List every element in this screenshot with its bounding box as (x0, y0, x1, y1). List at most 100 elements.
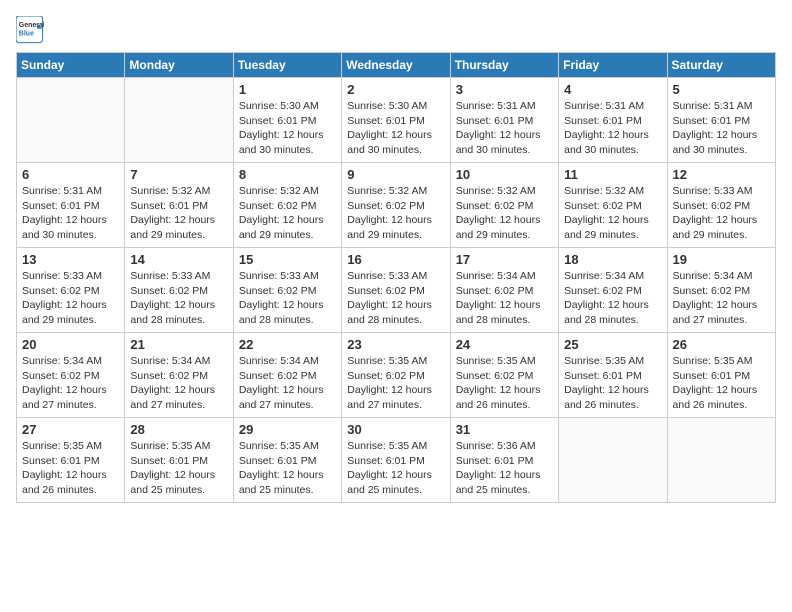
weekday-header-sunday: Sunday (17, 53, 125, 78)
calendar-cell: 31 Sunrise: 5:36 AMSunset: 6:01 PMDayligh… (450, 418, 558, 503)
day-number: 28 (130, 422, 227, 437)
day-number: 16 (347, 252, 444, 267)
day-number: 11 (564, 167, 661, 182)
day-number: 19 (673, 252, 770, 267)
calendar-cell: 11Sunrise: 5:32 AMSunset: 6:02 PMDayligh… (559, 163, 667, 248)
day-number: 31 (456, 422, 553, 437)
calendar-cell: 23Sunrise: 5:35 AMSunset: 6:02 PMDayligh… (342, 333, 450, 418)
weekday-header-friday: Friday (559, 53, 667, 78)
calendar-cell: 4 Sunrise: 5:31 AMSunset: 6:01 PMDaylight… (559, 78, 667, 163)
day-number: 7 (130, 167, 227, 182)
day-number: 4 (564, 82, 661, 97)
weekday-header-thursday: Thursday (450, 53, 558, 78)
calendar-cell (667, 418, 775, 503)
calendar-cell: 14 Sunrise: 5:33 AMSunset: 6:02 PMDayligh… (125, 248, 233, 333)
weekday-header-tuesday: Tuesday (233, 53, 341, 78)
calendar-cell: 22 Sunrise: 5:34 AMSunset: 6:02 PMDayligh… (233, 333, 341, 418)
day-info: Sunrise: 5:33 AMSunset: 6:02 PMDaylight:… (673, 184, 770, 243)
calendar-cell: 10 Sunrise: 5:32 AMSunset: 6:02 PMDayligh… (450, 163, 558, 248)
day-number: 23 (347, 337, 444, 352)
day-info: Sunrise: 5:32 AMSunset: 6:02 PMDaylight:… (239, 184, 336, 243)
day-info: Sunrise: 5:35 AMSunset: 6:01 PMDaylight:… (22, 439, 119, 498)
day-info: Sunrise: 5:32 AMSunset: 6:02 PMDaylight:… (456, 184, 553, 243)
day-info: Sunrise: 5:35 AMSunset: 6:01 PMDaylight:… (130, 439, 227, 498)
day-number: 3 (456, 82, 553, 97)
calendar-cell: 28 Sunrise: 5:35 AMSunset: 6:01 PMDayligh… (125, 418, 233, 503)
calendar-body: 1 Sunrise: 5:30 AMSunset: 6:01 PMDaylight… (17, 78, 776, 503)
day-number: 9 (347, 167, 444, 182)
calendar-cell: 5 Sunrise: 5:31 AMSunset: 6:01 PMDaylight… (667, 78, 775, 163)
day-number: 12 (673, 167, 770, 182)
day-info: Sunrise: 5:35 AMSunset: 6:01 PMDaylight:… (347, 439, 444, 498)
page-header: General Blue (16, 16, 776, 44)
calendar-cell: 1 Sunrise: 5:30 AMSunset: 6:01 PMDaylight… (233, 78, 341, 163)
day-info: Sunrise: 5:34 AMSunset: 6:02 PMDaylight:… (130, 354, 227, 413)
day-info: Sunrise: 5:34 AMSunset: 6:02 PMDaylight:… (564, 269, 661, 328)
calendar-cell: 3 Sunrise: 5:31 AMSunset: 6:01 PMDaylight… (450, 78, 558, 163)
day-number: 13 (22, 252, 119, 267)
calendar-cell (559, 418, 667, 503)
calendar-cell: 2 Sunrise: 5:30 AMSunset: 6:01 PMDaylight… (342, 78, 450, 163)
calendar-cell: 7Sunrise: 5:32 AMSunset: 6:01 PMDaylight… (125, 163, 233, 248)
day-number: 18 (564, 252, 661, 267)
week-row-1: 1 Sunrise: 5:30 AMSunset: 6:01 PMDaylight… (17, 78, 776, 163)
week-row-5: 27 Sunrise: 5:35 AMSunset: 6:01 PMDayligh… (17, 418, 776, 503)
day-number: 1 (239, 82, 336, 97)
weekday-header-monday: Monday (125, 53, 233, 78)
day-number: 5 (673, 82, 770, 97)
day-info: Sunrise: 5:35 AMSunset: 6:02 PMDaylight:… (456, 354, 553, 413)
day-number: 2 (347, 82, 444, 97)
calendar-cell: 15 Sunrise: 5:33 AMSunset: 6:02 PMDayligh… (233, 248, 341, 333)
day-number: 22 (239, 337, 336, 352)
calendar-cell: 21 Sunrise: 5:34 AMSunset: 6:02 PMDayligh… (125, 333, 233, 418)
calendar-cell: 9Sunrise: 5:32 AMSunset: 6:02 PMDaylight… (342, 163, 450, 248)
day-number: 10 (456, 167, 553, 182)
day-info: Sunrise: 5:36 AMSunset: 6:01 PMDaylight:… (456, 439, 553, 498)
svg-text:Blue: Blue (19, 31, 34, 38)
weekday-header-wednesday: Wednesday (342, 53, 450, 78)
logo-icon: General Blue (16, 16, 44, 44)
day-number: 17 (456, 252, 553, 267)
day-info: Sunrise: 5:31 AMSunset: 6:01 PMDaylight:… (564, 99, 661, 158)
day-number: 27 (22, 422, 119, 437)
calendar-cell: 25Sunrise: 5:35 AMSunset: 6:01 PMDayligh… (559, 333, 667, 418)
calendar-cell: 8 Sunrise: 5:32 AMSunset: 6:02 PMDaylight… (233, 163, 341, 248)
day-number: 24 (456, 337, 553, 352)
day-number: 29 (239, 422, 336, 437)
week-row-4: 20 Sunrise: 5:34 AMSunset: 6:02 PMDayligh… (17, 333, 776, 418)
calendar-table: SundayMondayTuesdayWednesdayThursdayFrid… (16, 52, 776, 503)
day-number: 8 (239, 167, 336, 182)
day-number: 30 (347, 422, 444, 437)
week-row-3: 13 Sunrise: 5:33 AMSunset: 6:02 PMDayligh… (17, 248, 776, 333)
day-number: 15 (239, 252, 336, 267)
day-info: Sunrise: 5:30 AMSunset: 6:01 PMDaylight:… (239, 99, 336, 158)
day-info: Sunrise: 5:34 AMSunset: 6:02 PMDaylight:… (456, 269, 553, 328)
weekday-header-row: SundayMondayTuesdayWednesdayThursdayFrid… (17, 53, 776, 78)
calendar-cell: 16 Sunrise: 5:33 AMSunset: 6:02 PMDayligh… (342, 248, 450, 333)
day-number: 20 (22, 337, 119, 352)
day-number: 6 (22, 167, 119, 182)
day-info: Sunrise: 5:31 AMSunset: 6:01 PMDaylight:… (456, 99, 553, 158)
day-number: 21 (130, 337, 227, 352)
calendar-cell (17, 78, 125, 163)
calendar-cell: 12 Sunrise: 5:33 AMSunset: 6:02 PMDayligh… (667, 163, 775, 248)
day-info: Sunrise: 5:35 AMSunset: 6:01 PMDaylight:… (673, 354, 770, 413)
day-info: Sunrise: 5:34 AMSunset: 6:02 PMDaylight:… (673, 269, 770, 328)
week-row-2: 6 Sunrise: 5:31 AMSunset: 6:01 PMDaylight… (17, 163, 776, 248)
day-info: Sunrise: 5:31 AMSunset: 6:01 PMDaylight:… (673, 99, 770, 158)
day-info: Sunrise: 5:33 AMSunset: 6:02 PMDaylight:… (347, 269, 444, 328)
calendar-cell: 29 Sunrise: 5:35 AMSunset: 6:01 PMDayligh… (233, 418, 341, 503)
day-info: Sunrise: 5:35 AMSunset: 6:01 PMDaylight:… (239, 439, 336, 498)
day-info: Sunrise: 5:33 AMSunset: 6:02 PMDaylight:… (239, 269, 336, 328)
day-info: Sunrise: 5:34 AMSunset: 6:02 PMDaylight:… (239, 354, 336, 413)
calendar-cell: 13Sunrise: 5:33 AMSunset: 6:02 PMDayligh… (17, 248, 125, 333)
calendar-cell: 20Sunrise: 5:34 AMSunset: 6:02 PMDayligh… (17, 333, 125, 418)
day-info: Sunrise: 5:30 AMSunset: 6:01 PMDaylight:… (347, 99, 444, 158)
day-number: 14 (130, 252, 227, 267)
calendar-cell: 6 Sunrise: 5:31 AMSunset: 6:01 PMDaylight… (17, 163, 125, 248)
day-info: Sunrise: 5:33 AMSunset: 6:02 PMDaylight:… (130, 269, 227, 328)
calendar-cell: 26Sunrise: 5:35 AMSunset: 6:01 PMDayligh… (667, 333, 775, 418)
day-number: 25 (564, 337, 661, 352)
calendar-cell: 18 Sunrise: 5:34 AMSunset: 6:02 PMDayligh… (559, 248, 667, 333)
day-info: Sunrise: 5:31 AMSunset: 6:01 PMDaylight:… (22, 184, 119, 243)
